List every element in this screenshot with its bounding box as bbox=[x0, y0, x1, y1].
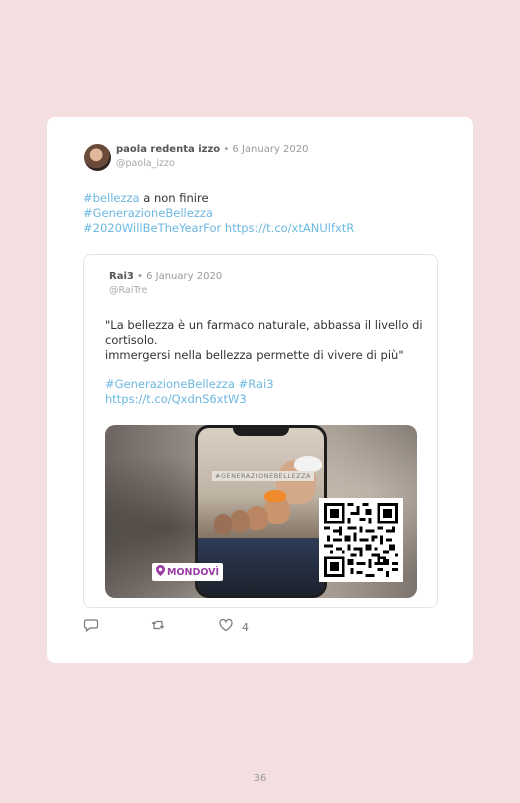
helmet bbox=[294, 456, 322, 472]
quoted-author-name[interactable]: Rai3 bbox=[109, 271, 134, 282]
location-pin-icon bbox=[156, 565, 165, 579]
quoted-date[interactable]: • 6 January 2020 bbox=[134, 271, 222, 282]
page-number: 36 bbox=[253, 773, 267, 784]
author-name[interactable]: paola redenta izzo bbox=[116, 144, 220, 155]
quoted-text: "La bellezza è un farmaco naturale, abba… bbox=[105, 318, 423, 362]
like-count: 4 bbox=[242, 620, 249, 634]
person bbox=[214, 514, 232, 534]
helmet bbox=[264, 490, 286, 502]
phone-notch bbox=[233, 428, 289, 436]
hashtag-link[interactable]: #bellezza bbox=[83, 191, 140, 205]
qr-code-graphic bbox=[324, 503, 398, 577]
tweet-author: paola redenta izzo • 6 January 2020 bbox=[116, 144, 309, 155]
quoted-tweet[interactable]: Rai3 • 6 January 2020 @RaiTre "La bellez… bbox=[83, 254, 438, 608]
tweet-line: #GenerazioneBellezza bbox=[83, 206, 354, 221]
person bbox=[230, 510, 250, 532]
tweet-line: #2020WillBeTheYearFor https://t.co/xtANU… bbox=[83, 221, 354, 236]
quoted-handle[interactable]: @RaiTre bbox=[109, 285, 147, 296]
location-sticker: MONDOVÌ bbox=[152, 563, 224, 581]
tweet-line: #bellezza a non finire bbox=[83, 191, 209, 205]
location-label: MONDOVÌ bbox=[167, 566, 220, 578]
quoted-media[interactable]: #GENERAZIONEBELLEZZA MONDOVÌ bbox=[105, 425, 417, 598]
tweet-text: #bellezza a non finire #GenerazioneBelle… bbox=[83, 191, 354, 236]
reply-icon bbox=[83, 617, 99, 637]
heart-icon bbox=[218, 617, 234, 637]
quoted-links: #GenerazioneBellezza #Rai3 https://t.co/… bbox=[105, 377, 274, 407]
like-button[interactable]: 4 bbox=[218, 617, 249, 637]
quoted-hashtags[interactable]: #GenerazioneBellezza #Rai3 bbox=[105, 377, 274, 392]
tweet-card: paola redenta izzo • 6 January 2020 @pao… bbox=[47, 117, 473, 663]
hashtag-link[interactable]: #GenerazioneBellezza bbox=[83, 206, 213, 220]
avatar[interactable] bbox=[84, 144, 111, 171]
hashtag-link[interactable]: #2020WillBeTheYearFor https://t.co/xtANU… bbox=[83, 221, 354, 235]
tweet-actions: 4 bbox=[83, 617, 303, 637]
qr-code bbox=[319, 498, 403, 582]
reply-button[interactable] bbox=[83, 617, 99, 637]
phone-hashtag-sticker: #GENERAZIONEBELLEZZA bbox=[212, 471, 314, 481]
quoted-author: Rai3 • 6 January 2020 bbox=[109, 271, 222, 282]
quoted-url[interactable]: https://t.co/QxdnS6xtW3 bbox=[105, 392, 274, 407]
author-handle[interactable]: @paola_izzo bbox=[116, 158, 175, 169]
tweet-date[interactable]: • 6 January 2020 bbox=[220, 144, 308, 155]
retweet-button[interactable] bbox=[150, 617, 166, 637]
retweet-icon bbox=[150, 617, 166, 637]
